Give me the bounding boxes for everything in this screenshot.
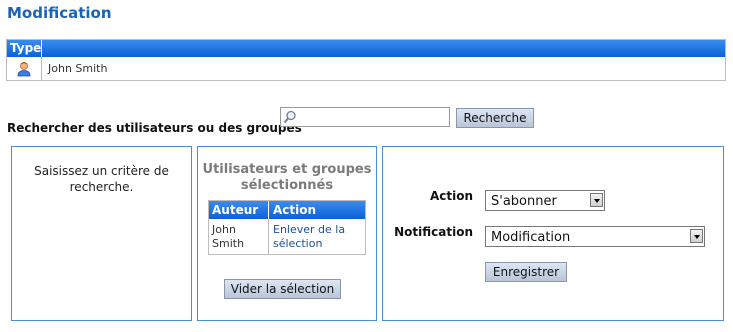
action-column-header: Action xyxy=(273,203,317,217)
action-select[interactable]: S'abonner xyxy=(485,190,605,211)
notification-label: Notification xyxy=(394,225,473,239)
remove-from-selection-link[interactable]: Enlever de la sélection xyxy=(273,223,365,251)
author-column-header: Auteur xyxy=(209,201,269,219)
author-cell: John Smith xyxy=(209,219,269,254)
search-input[interactable] xyxy=(299,109,445,125)
search-hint: Saisissez un critère de recherche. xyxy=(34,164,169,194)
selection-title: Utilisateurs et groupes sélectionnés xyxy=(202,162,372,193)
chevron-down-icon xyxy=(690,229,703,243)
user-name: John Smith xyxy=(48,62,108,75)
search-button[interactable]: Recherche xyxy=(456,108,534,128)
table-row: John Smith Enlever de la sélection xyxy=(209,219,365,254)
notification-select-value: Modification xyxy=(491,230,571,245)
search-icon xyxy=(283,110,297,127)
table-row: John Smith xyxy=(7,57,725,80)
type-column-header: Type xyxy=(7,40,42,57)
search-results-panel: Saisissez un critère de recherche. xyxy=(11,146,192,321)
notification-select[interactable]: Modification xyxy=(485,226,705,247)
save-button[interactable]: Enregistrer xyxy=(485,262,567,282)
selection-table: Auteur Action John Smith Enlever de la s… xyxy=(208,200,366,255)
user-icon xyxy=(7,57,42,80)
chevron-down-icon xyxy=(590,193,603,207)
type-table-header: Type xyxy=(7,40,725,57)
page-title: Modification xyxy=(7,4,112,22)
type-table: Type John Smith xyxy=(6,39,726,81)
search-label: Rechercher des utilisateurs ou des group… xyxy=(7,121,302,135)
action-select-value: S'abonner xyxy=(491,194,557,209)
action-label: Action xyxy=(429,189,473,203)
search-field[interactable] xyxy=(280,107,450,127)
selection-table-header: Auteur Action xyxy=(209,201,365,219)
clear-selection-button[interactable]: Vider la sélection xyxy=(224,279,341,299)
